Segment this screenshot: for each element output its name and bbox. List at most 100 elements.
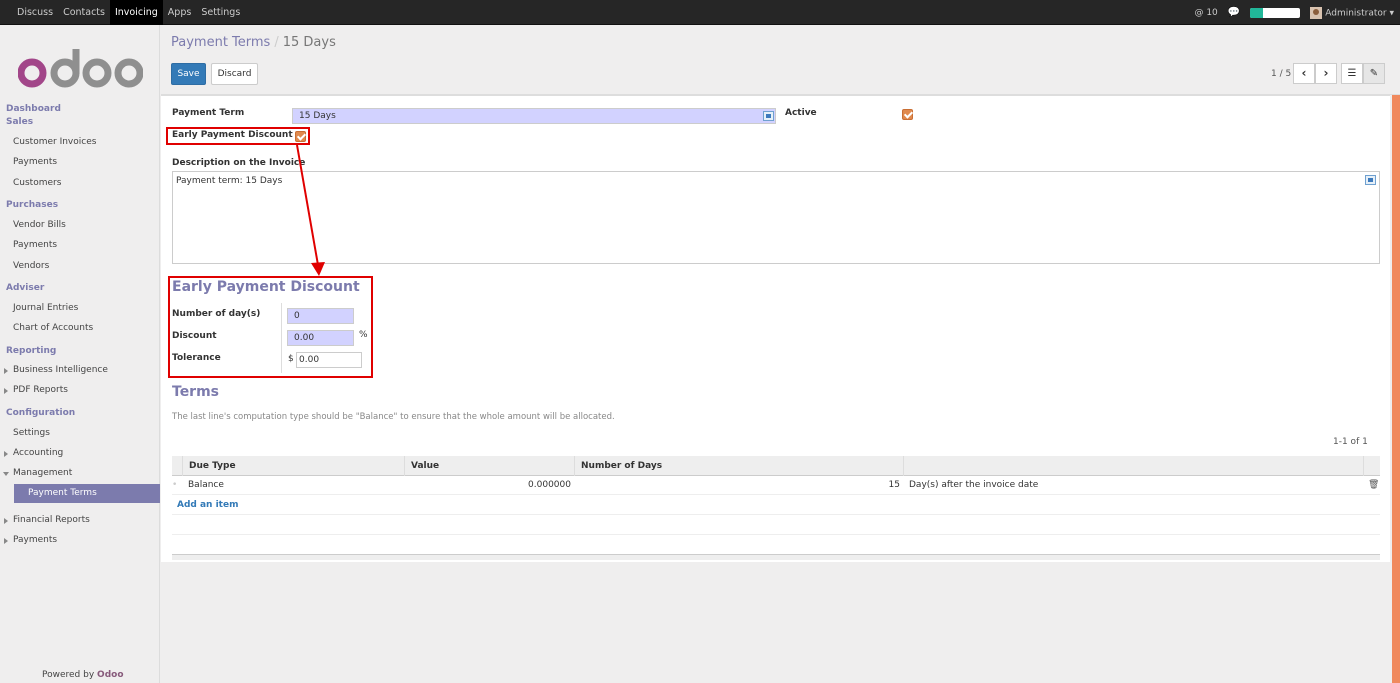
- menu-contacts[interactable]: Contacts: [58, 0, 110, 25]
- edit-icon: ✎: [1369, 68, 1379, 79]
- highlight-early-discount-checkbox: [166, 127, 310, 145]
- add-item-link[interactable]: Add an item: [177, 495, 238, 515]
- sidebar-item-financial-reports[interactable]: Financial Reports: [4, 515, 90, 525]
- section-sales[interactable]: Sales: [6, 117, 33, 127]
- list-icon: ☰: [1347, 68, 1357, 79]
- days-label: Number of day(s): [172, 309, 261, 319]
- pager-previous-button[interactable]: ‹: [1293, 63, 1315, 84]
- chevron-right-icon: ›: [1323, 66, 1329, 80]
- section-configuration[interactable]: Configuration: [6, 408, 75, 418]
- list-view-button[interactable]: ☰: [1341, 63, 1363, 84]
- sidebar-item-customer-invoices[interactable]: Customer Invoices: [13, 137, 96, 147]
- avatar-icon: [1310, 6, 1323, 19]
- breadcrumb-current: 15 Days: [282, 35, 336, 50]
- tolerance-field[interactable]: 0.00: [296, 352, 362, 368]
- menu-settings[interactable]: Settings: [196, 0, 245, 25]
- discard-button[interactable]: Discard: [211, 63, 258, 85]
- section-reporting[interactable]: Reporting: [6, 346, 56, 356]
- active-label: Active: [785, 108, 817, 118]
- notifications[interactable]: @ 10: [1194, 8, 1217, 18]
- notification-count: 10: [1206, 7, 1218, 18]
- col-due-type[interactable]: Due Type: [182, 456, 408, 476]
- sidebar-item-pdf-reports[interactable]: PDF Reports: [4, 385, 68, 395]
- empty-row: [172, 535, 1380, 555]
- scrollbar[interactable]: [1392, 95, 1400, 683]
- epd-section-title: Early Payment Discount: [172, 279, 360, 295]
- odoo-logo: [18, 49, 143, 88]
- at-icon: @: [1194, 7, 1204, 18]
- list-pager[interactable]: 1-1 of 1: [1333, 437, 1368, 447]
- breadcrumb-parent[interactable]: Payment Terms: [171, 35, 270, 50]
- powered-by-label: Powered by: [42, 670, 95, 680]
- col-days-desc: [903, 456, 1363, 476]
- percent-sign: %: [359, 330, 368, 340]
- systray: @ 10 💬 Administrator ▾: [1194, 0, 1394, 25]
- cell-due-type[interactable]: Balance: [188, 476, 224, 495]
- sidebar-item-business-intelligence[interactable]: Business Intelligence: [4, 365, 108, 375]
- progress-fill: [1250, 7, 1263, 18]
- section-adviser[interactable]: Adviser: [6, 283, 44, 293]
- table-header: Due Type Value Number of Days: [172, 456, 1380, 476]
- form-view-button[interactable]: ✎: [1363, 63, 1385, 84]
- menu-apps[interactable]: Apps: [163, 0, 197, 25]
- breadcrumb: Payment Terms /15 Days: [171, 35, 336, 50]
- cell-days[interactable]: 15: [772, 476, 900, 495]
- sidebar-item-config-payments[interactable]: Payments: [3, 535, 57, 545]
- cell-days-desc[interactable]: Day(s) after the invoice date: [909, 476, 1038, 495]
- sidebar: Dashboard Sales Customer Invoices Paymen…: [0, 25, 160, 683]
- translate-icon[interactable]: [763, 111, 774, 121]
- cell-value[interactable]: 0.000000: [472, 476, 571, 495]
- sidebar-item-management[interactable]: Management: [2, 468, 72, 478]
- top-menu: Discuss Contacts Invoicing Apps Settings: [12, 0, 245, 25]
- powered-by: Powered by Odoo: [42, 670, 124, 680]
- section-purchases[interactable]: Purchases: [6, 200, 58, 210]
- powered-by-link[interactable]: Odoo: [97, 670, 123, 680]
- sidebar-item-accounting[interactable]: Accounting: [3, 448, 63, 458]
- control-panel: Payment Terms /15 Days Save Discard 1 / 5…: [161, 25, 1400, 95]
- description-textarea[interactable]: Payment term: 15 Days: [172, 171, 1380, 264]
- description-label: Description on the Invoice: [172, 158, 306, 168]
- sidebar-item-payment-terms[interactable]: Payment Terms: [14, 484, 160, 503]
- trash-icon[interactable]: 🗑: [1368, 476, 1379, 495]
- top-navbar: Discuss Contacts Invoicing Apps Settings…: [0, 0, 1400, 25]
- col-value[interactable]: Value: [404, 456, 574, 476]
- chat-icon[interactable]: 💬: [1228, 7, 1240, 18]
- payment-term-label: Payment Term: [172, 108, 245, 118]
- chevron-left-icon: ‹: [1301, 66, 1307, 80]
- sidebar-item-chart-of-accounts[interactable]: Chart of Accounts: [13, 323, 93, 333]
- sidebar-item-settings[interactable]: Settings: [13, 428, 50, 438]
- discount-label: Discount: [172, 331, 217, 341]
- breadcrumb-separator: /: [274, 35, 279, 50]
- menu-discuss[interactable]: Discuss: [12, 0, 58, 25]
- sidebar-item-journal-entries[interactable]: Journal Entries: [13, 303, 78, 313]
- group-divider: [281, 303, 282, 373]
- discount-field[interactable]: 0.00: [287, 330, 354, 346]
- section-dashboard[interactable]: Dashboard: [6, 104, 61, 114]
- sidebar-item-customers[interactable]: Customers: [13, 178, 61, 188]
- sidebar-item-vendor-payments[interactable]: Payments: [13, 240, 57, 250]
- sidebar-item-vendor-bills[interactable]: Vendor Bills: [13, 220, 66, 230]
- add-item-row: Add an item: [172, 495, 1380, 515]
- sidebar-item-payments[interactable]: Payments: [13, 157, 57, 167]
- terms-title: Terms: [172, 384, 220, 400]
- tolerance-label: Tolerance: [172, 353, 221, 363]
- pager-next-button[interactable]: ›: [1315, 63, 1337, 84]
- table-row[interactable]: • Balance 0.000000 15 Day(s) after the i…: [172, 476, 1380, 495]
- active-checkbox[interactable]: [902, 109, 913, 120]
- drag-handle-icon[interactable]: •: [172, 476, 177, 495]
- save-button[interactable]: Save: [171, 63, 206, 85]
- currency-sign: $: [288, 354, 294, 364]
- empty-row: [172, 515, 1380, 535]
- payment-term-field[interactable]: 15 Days: [292, 108, 776, 124]
- days-field[interactable]: 0: [287, 308, 354, 324]
- progress-bar[interactable]: [1250, 7, 1301, 18]
- description-translate-icon[interactable]: [1365, 175, 1376, 185]
- user-name: Administrator: [1325, 8, 1387, 18]
- col-delete: [1363, 456, 1380, 476]
- menu-invoicing[interactable]: Invoicing: [109, 0, 163, 25]
- sidebar-item-vendors[interactable]: Vendors: [13, 261, 49, 271]
- pager-value[interactable]: 1 / 5: [1271, 69, 1291, 79]
- user-menu[interactable]: Administrator ▾: [1310, 6, 1394, 19]
- col-number-of-days[interactable]: Number of Days: [574, 456, 904, 476]
- table-footer: [172, 554, 1380, 560]
